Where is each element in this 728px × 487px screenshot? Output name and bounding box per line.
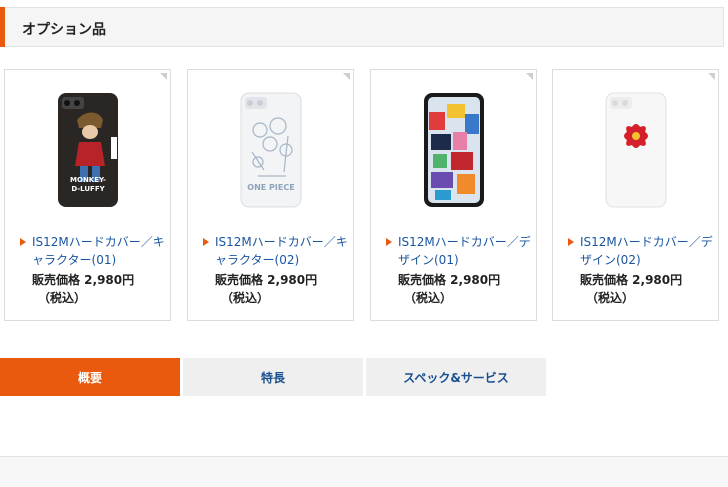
content-panel	[0, 456, 728, 487]
product-tax-note: （税込）	[586, 291, 635, 305]
product-price: 販売価格 2,980円	[215, 273, 318, 287]
product-link[interactable]: IS12Mハードカバー／キャラクター(02)	[203, 233, 351, 269]
product-tax-note: （税込）	[221, 291, 270, 305]
arrow-right-icon	[386, 238, 392, 246]
product-card[interactable]: ONE PIECE IS12Mハードカバー／キャラクター(02) 販売価格 2,…	[187, 69, 354, 321]
product-name[interactable]: IS12Mハードカバー／キャラクター(01)	[32, 233, 168, 269]
svg-text:D-LUFFY: D-LUFFY	[71, 185, 105, 193]
product-price: 販売価格 2,980円	[32, 273, 135, 287]
product-card[interactable]: IS12Mハードカバー／デザイン(02) 販売価格 2,980円 （税込）	[552, 69, 719, 321]
product-name[interactable]: IS12Mハードカバー／デザイン(01)	[398, 233, 534, 269]
product-name[interactable]: IS12Mハードカバー／キャラクター(02)	[215, 233, 351, 269]
product-link[interactable]: IS12Mハードカバー／デザイン(01)	[386, 233, 534, 269]
section-title: オプション品	[22, 22, 106, 38]
product-price: 販売価格 2,980円	[398, 273, 501, 287]
tab-features[interactable]: 特長	[183, 358, 363, 396]
product-card[interactable]: MONKEY- D-LUFFY IS12Mハードカバー／キャラクター(01) 販…	[4, 69, 171, 321]
product-link[interactable]: IS12Mハードカバー／キャラクター(01)	[20, 233, 168, 269]
svg-text:ONE PIECE: ONE PIECE	[247, 183, 294, 192]
product-price: 販売価格 2,980円	[580, 273, 683, 287]
corner-triangle-icon	[526, 73, 533, 80]
arrow-right-icon	[568, 238, 574, 246]
arrow-right-icon	[20, 238, 26, 246]
product-image[interactable]	[605, 92, 667, 208]
corner-triangle-icon	[160, 73, 167, 80]
tab-overview[interactable]: 概要	[0, 358, 180, 396]
product-image[interactable]: ONE PIECE	[240, 92, 302, 208]
product-card[interactable]: IS12Mハードカバー／デザイン(01) 販売価格 2,980円 （税込）	[370, 69, 537, 321]
product-tax-note: （税込）	[38, 291, 87, 305]
product-name[interactable]: IS12Mハードカバー／デザイン(02)	[580, 233, 716, 269]
tab-specs-services[interactable]: スペック&サービス	[366, 358, 546, 396]
arrow-right-icon	[203, 238, 209, 246]
product-image[interactable]	[423, 92, 485, 208]
corner-triangle-icon	[708, 73, 715, 80]
product-image[interactable]: MONKEY- D-LUFFY	[57, 92, 119, 208]
svg-text:MONKEY-: MONKEY-	[70, 176, 106, 184]
product-tax-note: （税込）	[404, 291, 453, 305]
section-accent-bar	[0, 7, 5, 47]
product-link[interactable]: IS12Mハードカバー／デザイン(02)	[568, 233, 716, 269]
corner-triangle-icon	[343, 73, 350, 80]
section-header: オプション品	[0, 7, 724, 47]
